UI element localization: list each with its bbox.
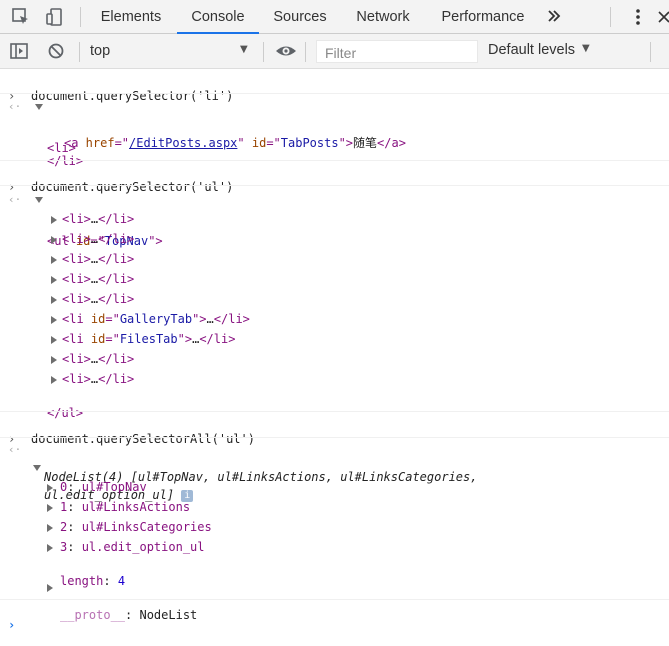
li-close-tag: </li> (98, 212, 135, 226)
inspect-element-icon[interactable] (11, 7, 31, 27)
attr-name: id (83, 312, 106, 326)
divider (0, 437, 669, 438)
customize-menu-icon[interactable] (628, 7, 648, 27)
chevron-down-icon[interactable]: ▼ (582, 43, 590, 54)
expand-triangle-icon[interactable] (51, 252, 57, 266)
toolbar-divider (610, 7, 611, 27)
li-open-tag: <li> (62, 212, 91, 226)
item-value: ul#LinksCategories (81, 520, 212, 534)
expand-triangle-icon[interactable] (51, 292, 57, 306)
expand-triangle-icon[interactable] (33, 460, 41, 474)
toolbar-divider (305, 42, 306, 62)
tab-elements[interactable]: Elements (90, 0, 172, 33)
expand-triangle-icon[interactable] (47, 540, 53, 554)
divider (0, 160, 669, 161)
expand-triangle-icon[interactable] (35, 99, 43, 113)
divider (0, 599, 669, 600)
li-close-tag: </li> (98, 352, 135, 366)
expand-triangle-icon[interactable] (51, 272, 57, 286)
li-close-tag: </li> (98, 252, 135, 266)
live-expression-eye-icon[interactable] (275, 41, 296, 61)
li-open-tag: <li> (62, 232, 91, 246)
expand-triangle-icon[interactable] (51, 372, 57, 386)
expand-triangle-icon[interactable] (51, 212, 57, 226)
console-toolbar: top ▼ Default levels ▼ (0, 34, 669, 69)
tab-network[interactable]: Network (345, 0, 421, 33)
expand-triangle-icon[interactable] (51, 232, 57, 246)
attr-quote: "> (177, 332, 193, 346)
device-toolbar-icon[interactable] (44, 7, 64, 27)
filter-box (316, 40, 478, 63)
li-close-tag: </li> (98, 372, 135, 386)
toolbar-divider (80, 7, 81, 27)
toolbar-divider (79, 42, 80, 62)
clear-console-icon[interactable] (46, 41, 66, 61)
divider (0, 185, 669, 186)
item-value: ul#LinksActions (81, 500, 191, 514)
console-input-line[interactable]: › (0, 604, 669, 646)
expand-triangle-icon[interactable] (47, 520, 53, 534)
attr-value: GalleryTab (119, 312, 193, 326)
li-close-tag: </li> (98, 292, 135, 306)
expand-triangle-icon[interactable] (51, 332, 57, 346)
log-levels-dropdown[interactable]: Default levels (488, 42, 575, 58)
close-icon[interactable] (656, 7, 669, 27)
result-arrow-icon: ‹· (8, 193, 22, 206)
result-arrow-icon: ‹· (8, 443, 22, 456)
li-close-tag: </li> (213, 312, 250, 326)
li-open-tag: <li (62, 332, 84, 346)
expand-triangle-icon[interactable] (47, 580, 53, 594)
filter-input[interactable] (323, 44, 477, 62)
li-open-tag: <li> (62, 352, 91, 366)
li-open-tag: <li (62, 312, 84, 326)
li-close-tag: </li> (199, 332, 236, 346)
input-prompt-icon: › (8, 618, 16, 632)
attr-eq: =" (105, 312, 120, 326)
attr-eq: =" (105, 332, 120, 346)
expand-triangle-icon[interactable] (35, 192, 43, 206)
show-sidebar-icon[interactable] (9, 41, 29, 61)
toolbar-divider (650, 42, 651, 62)
expand-triangle-icon[interactable] (51, 312, 57, 326)
collapsed-ellipsis: … (206, 312, 214, 326)
devtools-tab-bar: Elements Console Sources Network Perform… (0, 0, 669, 34)
chevron-down-icon[interactable]: ▼ (240, 44, 248, 55)
attr-quote: "> (192, 312, 207, 326)
context-selector[interactable]: top (90, 43, 110, 59)
expand-triangle-icon[interactable] (51, 352, 57, 366)
attr-value: FilesTab (119, 332, 178, 346)
tab-sources[interactable]: Sources (263, 0, 337, 33)
expand-triangle-icon[interactable] (47, 480, 53, 494)
attr-quote: "> (148, 234, 163, 248)
more-tabs-chevron-icon[interactable] (546, 8, 566, 28)
li-open-tag: <li> (62, 252, 91, 266)
tab-performance[interactable]: Performance (431, 0, 535, 33)
expand-triangle-icon[interactable] (47, 500, 53, 514)
li-close-tag: </li> (98, 272, 135, 286)
result-arrow-icon: ‹· (8, 100, 22, 113)
item-value: ul.edit_option_ul (81, 540, 205, 554)
item-value: ul#TopNav (81, 480, 147, 494)
toolbar-divider (263, 42, 264, 62)
tab-console[interactable]: Console (177, 0, 259, 34)
li-open-tag: <li> (62, 272, 91, 286)
li-open-tag: <li> (62, 292, 91, 306)
divider (0, 93, 669, 94)
attr-name: id (83, 332, 106, 346)
li-close-tag: </li> (98, 232, 135, 246)
divider (0, 411, 669, 412)
li-open-tag: <li> (62, 372, 91, 386)
